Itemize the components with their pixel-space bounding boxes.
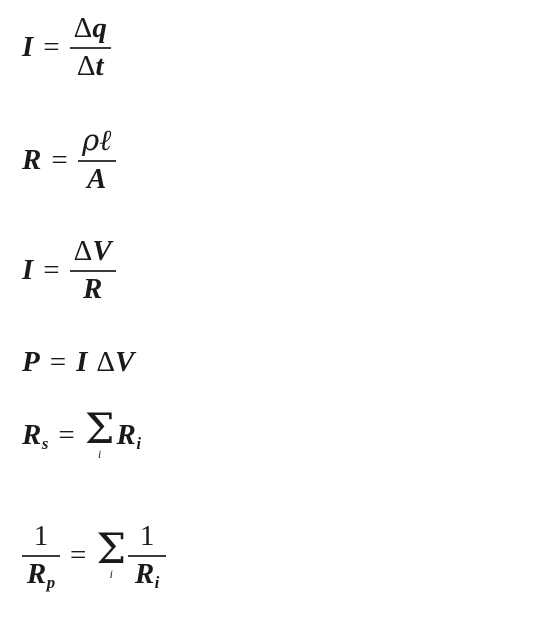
fraction-rho-ell-over-area: ρℓ A	[77, 123, 116, 195]
equals-sign: =	[43, 31, 60, 64]
fraction-denominator: Rp	[23, 557, 59, 592]
sigma-icon: Σ	[84, 404, 115, 453]
current-symbol: I	[22, 254, 34, 287]
equation-current-definition: I = Δq Δt	[22, 12, 111, 82]
summation-operator: Σ i	[96, 524, 127, 582]
fraction-delta-q-over-delta-t: Δq Δt	[69, 12, 111, 82]
parallel-subscript: p	[46, 572, 56, 592]
summation-index: i	[98, 447, 102, 461]
fraction-numerator: ΔV	[70, 235, 116, 267]
fraction-bar	[69, 269, 116, 272]
fraction-numerator: 1	[139, 520, 155, 552]
equation-resistivity: R = ρℓ A	[22, 123, 116, 195]
series-subscript: s	[41, 433, 49, 453]
fraction-numerator: ρℓ	[78, 123, 115, 157]
equals-sign: =	[70, 539, 87, 572]
summation-index: i	[109, 568, 113, 582]
equation-parallel-resistance: 1 Rp = Σ i 1 Ri	[22, 520, 167, 592]
equals-sign: =	[51, 143, 68, 176]
sigma-icon: Σ	[96, 524, 127, 574]
delta-icon: Δ	[96, 346, 116, 378]
fraction-numerator: Δq	[70, 12, 111, 44]
equals-sign: =	[49, 346, 67, 378]
fraction-denominator: R	[79, 272, 106, 305]
fraction-denominator: Ri	[131, 557, 164, 592]
fraction-one-over-rp: 1 Rp	[22, 520, 60, 592]
current-symbol: I	[76, 346, 88, 378]
equation-series-resistance: Rs = Σ i Ri	[22, 404, 141, 461]
fraction-denominator: Δt	[73, 49, 108, 82]
area-symbol: A	[87, 162, 107, 195]
script-ell-symbol: ℓ	[99, 123, 112, 157]
fraction-delta-v-over-r: ΔV R	[69, 235, 116, 305]
equals-sign: =	[58, 418, 75, 451]
voltage-symbol: V	[92, 235, 112, 267]
series-resistance-base: R	[22, 418, 42, 451]
voltage-symbol: V	[115, 346, 135, 378]
fraction-denominator: A	[83, 162, 110, 195]
summand-resistance-base: R	[134, 557, 155, 590]
summand-resistance: Ri	[116, 419, 141, 452]
fraction-numerator: 1	[33, 520, 49, 552]
time-symbol: t	[95, 49, 104, 82]
charge-symbol: q	[92, 12, 107, 44]
power-symbol: P	[22, 346, 40, 378]
fraction-bar	[69, 46, 111, 49]
fraction-one-over-ri: 1 Ri	[128, 520, 167, 592]
delta-icon: Δ	[73, 12, 93, 44]
equation-power: P = I Δ V	[22, 346, 134, 379]
summand-base: R	[116, 418, 136, 451]
rho-symbol: ρ	[82, 123, 100, 157]
formula-sheet: I = Δq Δt R = ρℓ A I = ΔV R P = I Δ V Rs…	[0, 0, 534, 636]
fraction-bar	[77, 159, 116, 162]
series-resistance-symbol: Rs	[22, 419, 48, 452]
summand-subscript: i	[136, 433, 141, 453]
parallel-resistance-base: R	[26, 557, 47, 590]
fraction-bar	[128, 554, 167, 557]
current-symbol: I	[22, 31, 34, 64]
summation-operator: Σ i	[84, 404, 115, 461]
fraction-bar	[22, 554, 60, 557]
delta-icon: Δ	[73, 235, 93, 267]
equation-ohms-law: I = ΔV R	[22, 235, 116, 305]
summand-subscript: i	[154, 572, 160, 592]
equals-sign: =	[43, 254, 60, 287]
resistance-symbol: R	[22, 143, 42, 176]
delta-icon: Δ	[76, 49, 96, 82]
resistance-symbol: R	[82, 272, 103, 305]
